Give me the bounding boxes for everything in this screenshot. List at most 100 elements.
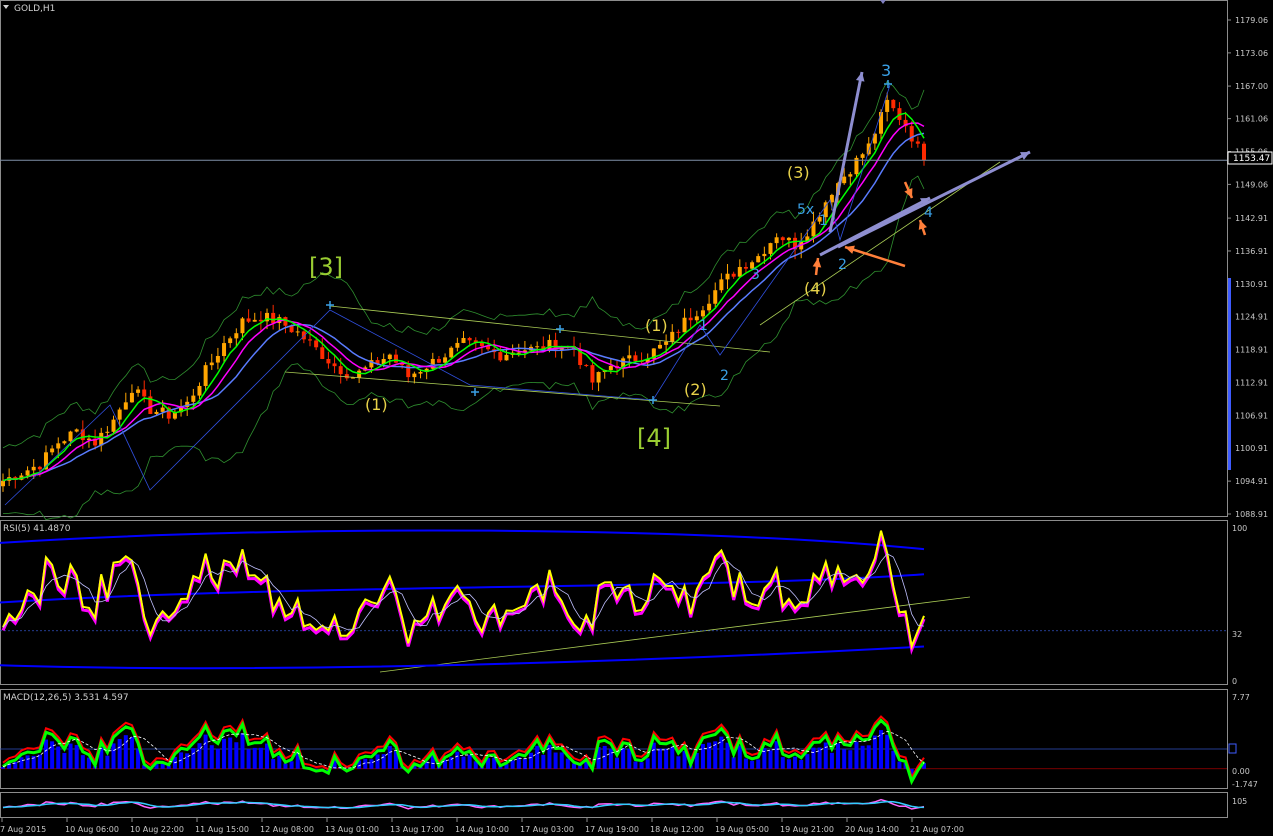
macd-histogram-bar <box>246 749 251 769</box>
candle-body <box>737 266 742 277</box>
candle-body <box>596 372 601 383</box>
macd-histogram-bar <box>277 755 282 769</box>
macd-histogram-bar <box>56 746 61 769</box>
macd-histogram-bar <box>283 763 288 769</box>
macd-histogram-bar <box>258 747 263 769</box>
candle-body <box>866 143 871 155</box>
macd-histogram-bar <box>829 752 834 769</box>
candle-body <box>283 317 288 326</box>
macd-histogram-bar <box>627 748 632 769</box>
candle-body <box>461 337 466 343</box>
price-tick-label: 1142.91 <box>1235 214 1268 223</box>
candle-body <box>915 141 920 144</box>
macd-histogram-bar <box>222 738 227 769</box>
candle-body <box>719 279 724 291</box>
candle-body <box>271 312 276 324</box>
time-tick-label: 10 Aug 22:00 <box>130 825 184 834</box>
macd-histogram-bar <box>240 733 245 769</box>
macd-histogram-bar <box>185 753 190 769</box>
macd-histogram-bar <box>461 756 466 769</box>
macd-histogram-bar <box>676 756 681 769</box>
macd-histogram-bar <box>369 759 374 769</box>
macd-histogram-bar <box>621 747 626 769</box>
macd-histogram-bar <box>842 749 847 769</box>
candle-body <box>627 355 632 359</box>
macd-histogram-bar <box>854 741 859 769</box>
candle-body <box>848 174 853 177</box>
candle-body <box>50 448 55 453</box>
candle-body <box>74 429 79 432</box>
macd-histogram-bar <box>756 759 761 769</box>
macd-histogram-bar <box>19 757 24 769</box>
candle-body <box>308 339 312 341</box>
candle-body <box>608 365 613 370</box>
macd-histogram-bar <box>633 761 638 769</box>
price-tick-label: 1179.06 <box>1235 16 1268 25</box>
candle-body <box>909 126 914 142</box>
wave-label-minor-1a: (1) <box>365 395 388 414</box>
price-tick-label: 1094.91 <box>1235 477 1268 486</box>
candle-body <box>842 176 847 184</box>
macd-histogram-bar <box>529 752 534 769</box>
candle-body <box>105 431 110 433</box>
macd-histogram-bar <box>43 739 48 769</box>
candle-body <box>136 389 141 393</box>
candle-body <box>320 347 325 359</box>
candle-body <box>62 441 67 444</box>
macd-histogram-bar <box>197 743 202 769</box>
candle-body <box>443 357 448 363</box>
candle-body <box>535 346 540 348</box>
macd-histogram-bar <box>885 734 890 769</box>
rsi-scale-32: 32 <box>1232 630 1242 639</box>
current-price-label: 1153.47 <box>1233 154 1270 164</box>
macd-histogram-bar <box>645 758 650 769</box>
scale-scroll-handle[interactable] <box>1228 278 1231 470</box>
wave-label-sub-4b: 4 <box>924 205 933 221</box>
candle-body <box>467 337 472 341</box>
price-tick-label: 1130.91 <box>1235 280 1268 289</box>
candle-body <box>780 237 785 241</box>
time-tick-label: 21 Aug 07:00 <box>910 825 964 834</box>
macd-histogram-bar <box>510 760 515 769</box>
candle-body <box>301 331 306 340</box>
macd-histogram-bar <box>553 752 558 769</box>
macd-hist-marker <box>1228 743 1237 754</box>
candle-body <box>240 318 245 334</box>
chart-title: GOLD,H1 <box>14 4 55 14</box>
candle-body <box>418 372 423 374</box>
macd-histogram-bar <box>811 747 816 769</box>
macd-title: MACD(12,26,5) 3.531 4.597 <box>3 693 129 703</box>
candle-body <box>209 362 214 366</box>
candle-body <box>670 331 675 342</box>
candle-body <box>326 358 331 364</box>
candle-body <box>234 333 239 339</box>
candle-body <box>700 310 705 317</box>
macd-histogram-bar <box>700 744 705 769</box>
macd-histogram-bar <box>123 735 128 769</box>
price-tick-label: 1136.91 <box>1235 247 1268 256</box>
time-tick-label: 18 Aug 12:00 <box>650 825 704 834</box>
macd-histogram-bar <box>891 750 896 769</box>
macd-histogram-bar <box>117 738 122 769</box>
price-tick-label: 1173.06 <box>1235 49 1268 58</box>
candle-body <box>707 303 712 311</box>
macd-histogram-bar <box>541 754 546 769</box>
macd-histogram-bar <box>799 759 804 769</box>
candle-body <box>31 466 36 471</box>
candle-body <box>338 366 343 375</box>
candle-body <box>393 354 398 363</box>
candle-body <box>129 392 134 403</box>
time-tick-label: 13 Aug 01:00 <box>325 825 379 834</box>
wave-label-minor-3: (3) <box>787 163 810 182</box>
macd-histogram-bar <box>657 748 662 769</box>
candle-body <box>479 342 484 347</box>
macd-histogram-bar <box>105 755 110 769</box>
macd-histogram-bar <box>455 751 460 769</box>
price-tick-label: 1088.91 <box>1235 510 1268 519</box>
wave-label-sub-2: 2 <box>720 368 729 384</box>
candle-body <box>154 411 159 414</box>
rsi-title: RSI(5) 41.4870 <box>3 524 71 534</box>
price-tick-label: 1112.91 <box>1235 378 1268 387</box>
time-tick-label: 17 Aug 03:00 <box>520 825 574 834</box>
gold-h1-chart[interactable]: 1179.061173.061167.001161.061155.061149.… <box>0 0 1273 836</box>
